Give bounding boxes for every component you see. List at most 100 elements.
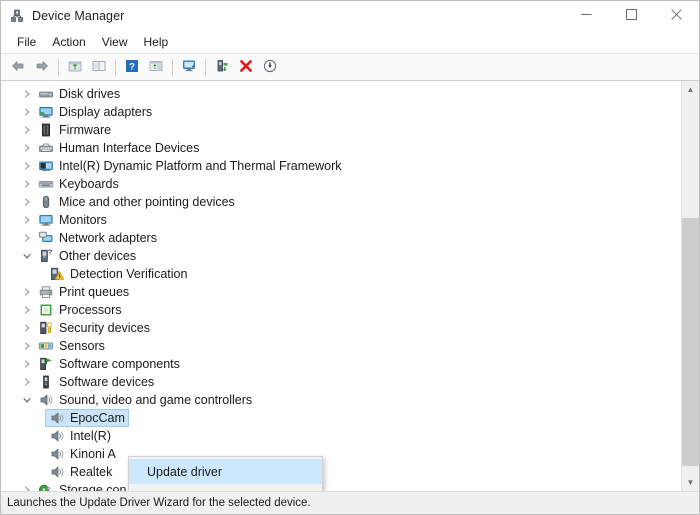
chevron-right-icon[interactable]	[19, 86, 35, 102]
tree-item[interactable]: Detection Verification	[1, 265, 681, 283]
close-button[interactable]	[654, 1, 699, 31]
device-tree[interactable]: Disk drives Display adapters Firmware Human…	[1, 81, 681, 491]
menu-view[interactable]: View	[94, 33, 136, 52]
chevron-right-icon[interactable]	[19, 356, 35, 372]
maximize-icon	[626, 9, 637, 23]
tree-item[interactable]: Keyboards	[1, 175, 681, 193]
chevron-right-icon[interactable]	[19, 104, 35, 120]
update-driver-button[interactable]	[210, 56, 234, 78]
tree-item[interactable]: ? Other devices	[1, 247, 681, 265]
software-component-icon	[38, 356, 54, 372]
chevron-down-icon[interactable]	[19, 248, 35, 264]
help-button[interactable]: ?	[120, 56, 144, 78]
tree-item[interactable]: Intel(R) Dynamic Platform and Thermal Fr…	[1, 157, 681, 175]
context-menu[interactable]: Update driverDisable deviceUninstall dev…	[128, 456, 323, 491]
context-menu-item[interactable]: Update driver	[129, 459, 322, 484]
scroll-up-icon[interactable]: ▲	[682, 81, 699, 98]
maximize-button[interactable]	[609, 1, 654, 31]
tree-item[interactable]: Display adapters	[1, 103, 681, 121]
tree-item[interactable]: Kinoni A	[1, 445, 681, 463]
chevron-right-icon[interactable]	[19, 338, 35, 354]
speaker-icon	[38, 392, 54, 408]
tree-item-label: EpocCam	[70, 411, 125, 425]
down-arrow-circle-icon	[262, 58, 278, 77]
minimize-button[interactable]	[564, 1, 609, 31]
scrollbar-thumb[interactable]	[682, 218, 699, 467]
tree-item[interactable]: Firmware	[1, 121, 681, 139]
menu-action[interactable]: Action	[44, 33, 93, 52]
tree-item[interactable]: Storage con	[1, 481, 681, 491]
tree-item-label: Network adapters	[59, 231, 157, 245]
tree-item-label: Kinoni A	[70, 447, 116, 461]
tree-item-label: Intel(R)	[70, 429, 111, 443]
chevron-down-icon[interactable]	[19, 392, 35, 408]
title-bar: Device Manager	[1, 1, 699, 31]
device-manager-icon	[9, 8, 25, 24]
up-one-level-button[interactable]	[63, 56, 87, 78]
chevron-right-icon[interactable]	[19, 284, 35, 300]
warning-device-icon	[49, 266, 65, 282]
chevron-right-icon[interactable]	[19, 122, 35, 138]
tree-item[interactable]: Software components	[1, 355, 681, 373]
toolbar-separator	[205, 58, 206, 76]
tree-item[interactable]: Monitors	[1, 211, 681, 229]
software-device-icon	[38, 374, 54, 390]
speaker-icon	[49, 428, 65, 444]
chevron-right-icon[interactable]	[19, 374, 35, 390]
tree-item[interactable]: Sensors	[1, 337, 681, 355]
firmware-icon	[38, 122, 54, 138]
menu-file[interactable]: File	[9, 33, 44, 52]
tree-item[interactable]: Intel(R)	[1, 427, 681, 445]
disk-drive-icon	[38, 86, 54, 102]
content-area: Disk drives Display adapters Firmware Human…	[1, 81, 699, 491]
forward-button[interactable]	[30, 56, 54, 78]
tree-item[interactable]: EpocCam	[1, 409, 681, 427]
chevron-right-icon[interactable]	[19, 140, 35, 156]
security-device-icon	[38, 320, 54, 336]
back-button[interactable]	[6, 56, 30, 78]
tree-item-content: Sensors	[35, 338, 108, 354]
tree-item-content: Human Interface Devices	[35, 140, 202, 156]
scrollbar-track[interactable]	[682, 98, 699, 474]
tree-item[interactable]: Disk drives	[1, 85, 681, 103]
chevron-right-icon[interactable]	[19, 482, 35, 491]
chevron-right-icon[interactable]	[19, 212, 35, 228]
tree-item[interactable]: Human Interface Devices	[1, 139, 681, 157]
scroll-down-icon[interactable]: ▼	[682, 474, 699, 491]
tree-item-label: Intel(R) Dynamic Platform and Thermal Fr…	[59, 159, 342, 173]
tree-item[interactable]: Realtek	[1, 463, 681, 481]
minimize-icon	[581, 9, 592, 23]
chevron-right-icon[interactable]	[19, 302, 35, 318]
menu-help[interactable]: Help	[136, 33, 177, 52]
tree-item[interactable]: Software devices	[1, 373, 681, 391]
tree-item[interactable]: Mice and other pointing devices	[1, 193, 681, 211]
window-controls	[564, 1, 699, 31]
disable-device-button[interactable]	[258, 56, 282, 78]
speaker-icon	[49, 464, 65, 480]
tree-item[interactable]: Print queues	[1, 283, 681, 301]
tree-item-label: Mice and other pointing devices	[59, 195, 235, 209]
tree-item[interactable]: Processors	[1, 301, 681, 319]
back-arrow-icon	[10, 58, 26, 77]
scan-for-hardware-changes-button[interactable]	[177, 56, 201, 78]
tree-item-content: Monitors	[35, 212, 110, 228]
status-bar: Launches the Update Driver Wizard for th…	[1, 491, 699, 514]
tree-item-content: Firmware	[35, 122, 114, 138]
uninstall-device-button[interactable]	[234, 56, 258, 78]
tree-item[interactable]: Network adapters	[1, 229, 681, 247]
scan-monitor-icon	[181, 58, 197, 77]
chevron-right-icon[interactable]	[19, 320, 35, 336]
folder-up-icon	[67, 58, 83, 77]
tree-item[interactable]: Security devices	[1, 319, 681, 337]
context-menu-item[interactable]: Disable device	[129, 484, 322, 492]
properties-button[interactable]	[144, 56, 168, 78]
chevron-right-icon[interactable]	[19, 194, 35, 210]
chevron-right-icon[interactable]	[19, 230, 35, 246]
vertical-scrollbar[interactable]: ▲ ▼	[681, 81, 699, 491]
tree-item[interactable]: Sound, video and game controllers	[1, 391, 681, 409]
chevron-right-icon[interactable]	[19, 158, 35, 174]
tree-item-label: Monitors	[59, 213, 107, 227]
printer-icon	[38, 284, 54, 300]
chevron-right-icon[interactable]	[19, 176, 35, 192]
show-hide-console-tree-button[interactable]	[87, 56, 111, 78]
